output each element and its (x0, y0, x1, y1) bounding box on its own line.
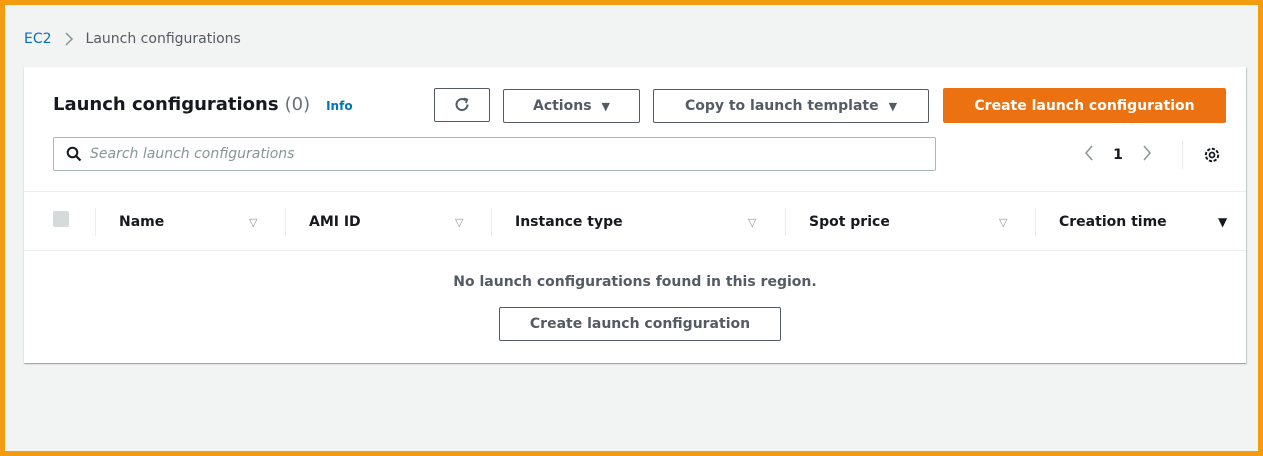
column-header-spot-price[interactable]: Spot price ▽ (785, 192, 1035, 252)
pagination: 1 (1077, 143, 1159, 167)
panel-header: Launch configurations (0) Info Actions ▼… (24, 67, 1246, 185)
chevron-right-icon (64, 32, 74, 46)
search-icon (66, 146, 82, 162)
sort-icon[interactable]: ▽ (999, 216, 1007, 229)
sort-desc-icon[interactable]: ▼ (1218, 215, 1227, 229)
search-field[interactable] (53, 137, 936, 171)
column-label: Spot price (809, 214, 890, 230)
refresh-icon (455, 97, 469, 112)
caret-down-icon: ▼ (888, 99, 898, 113)
copy-to-launch-template-button[interactable]: Copy to launch template ▼ (653, 89, 929, 123)
actions-button[interactable]: Actions ▼ (503, 89, 640, 123)
column-label: AMI ID (309, 214, 361, 230)
column-header-name[interactable]: Name ▽ (95, 192, 285, 252)
create-launch-configuration-button[interactable]: Create launch configuration (943, 88, 1226, 123)
copy-label: Copy to launch template (684, 98, 879, 114)
breadcrumb-current: Launch configurations (85, 31, 241, 47)
create-label: Create launch configuration (974, 97, 1195, 114)
sort-icon[interactable]: ▽ (249, 216, 257, 229)
column-label: Name (119, 214, 165, 230)
app-frame: EC2 Launch configurations Launch configu… (0, 0, 1263, 456)
empty-create-launch-configuration-button[interactable]: Create launch configuration (499, 307, 781, 341)
column-label: Creation time (1059, 214, 1167, 230)
launch-configurations-panel: Launch configurations (0) Info Actions ▼… (24, 67, 1246, 363)
page-number[interactable]: 1 (1101, 147, 1135, 163)
table-header: Name ▽ AMI ID ▽ Instance type ▽ Spot pri… (24, 191, 1246, 251)
sort-icon[interactable]: ▽ (748, 216, 756, 229)
chevron-right-icon[interactable] (1135, 145, 1159, 166)
empty-state: No launch configurations found in this r… (24, 252, 1246, 363)
chevron-left-icon[interactable] (1077, 145, 1101, 166)
caret-down-icon: ▼ (601, 99, 610, 113)
info-link[interactable]: Info (326, 99, 352, 113)
sort-icon[interactable]: ▽ (455, 216, 463, 229)
actions-label: Actions (532, 98, 592, 114)
empty-create-label: Create launch configuration (529, 316, 751, 332)
gear-icon[interactable] (1202, 145, 1222, 165)
empty-message: No launch configurations found in this r… (453, 274, 817, 290)
column-label: Instance type (515, 214, 623, 230)
item-count: (0) (284, 94, 311, 115)
column-header-creation-time[interactable]: Creation time ▼ (1035, 192, 1246, 252)
refresh-button[interactable] (434, 88, 490, 122)
column-header-ami-id[interactable]: AMI ID ▽ (285, 192, 491, 252)
breadcrumb-ec2-link[interactable]: EC2 (24, 31, 52, 47)
page-title-text: Launch configurations (53, 94, 279, 115)
search-input[interactable] (90, 146, 890, 162)
column-header-instance-type[interactable]: Instance type ▽ (491, 192, 785, 252)
pager-divider (1182, 139, 1183, 169)
select-all-checkbox[interactable] (53, 211, 69, 227)
page-title: Launch configurations (0) Info (53, 94, 353, 115)
breadcrumb: EC2 Launch configurations (24, 29, 241, 49)
